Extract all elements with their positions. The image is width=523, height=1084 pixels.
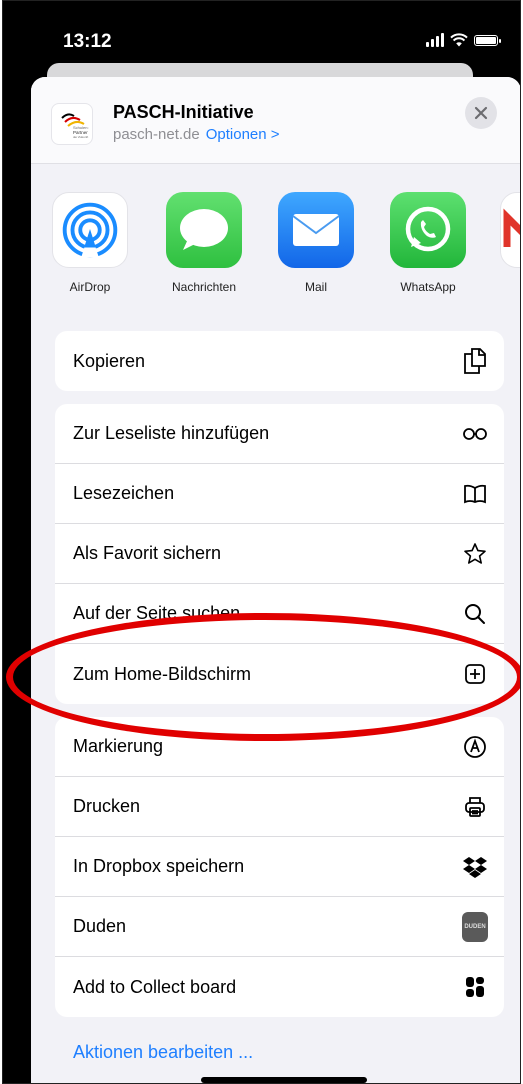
- action-duden[interactable]: Duden DUDEN: [55, 897, 504, 957]
- home-indicator[interactable]: [201, 1077, 367, 1083]
- action-markup[interactable]: Markierung: [55, 717, 504, 777]
- share-app-label: AirDrop: [69, 280, 111, 294]
- dropbox-icon: [462, 854, 488, 880]
- phone-screen: 13:12 Schulen: Partner der Zukunft PASCH…: [2, 0, 521, 1084]
- action-label: Drucken: [73, 796, 141, 816]
- options-link[interactable]: Optionen >: [206, 126, 280, 143]
- mail-icon: [278, 192, 354, 268]
- page-subtitle: pasch-net.de Optionen >: [113, 126, 280, 143]
- logo-text-3: der Zukunft: [73, 135, 88, 139]
- action-find-on-page[interactable]: Auf der Seite suchen: [55, 584, 504, 644]
- action-favorite[interactable]: Als Favorit sichern: [55, 524, 504, 584]
- share-app-label: Mail: [304, 280, 327, 294]
- close-icon: [474, 106, 488, 120]
- cellular-signal-icon: [426, 33, 444, 47]
- action-label: Kopieren: [73, 350, 146, 371]
- copy-icon: [462, 348, 488, 374]
- close-button[interactable]: [465, 97, 497, 129]
- site-logo: Schulen: Partner der Zukunft: [51, 103, 93, 145]
- action-print[interactable]: Drucken: [55, 777, 504, 837]
- duden-icon: DUDEN: [462, 911, 488, 942]
- page-title: PASCH-Initiative: [113, 102, 254, 122]
- status-icons: [426, 33, 501, 47]
- star-icon: [462, 541, 488, 567]
- action-label: Auf der Seite suchen: [73, 603, 241, 623]
- edit-actions-link[interactable]: Aktionen bearbeiten ...: [73, 1042, 253, 1063]
- search-icon: [462, 601, 488, 627]
- collect-icon: [462, 974, 488, 1000]
- action-label: Add to Collect board: [73, 976, 237, 997]
- action-collect-board[interactable]: Add to Collect board: [55, 957, 504, 1017]
- duden-icon-text: DUDEN: [462, 911, 488, 942]
- action-label: Zum Home-Bildschirm: [73, 663, 252, 684]
- whatsapp-icon: [390, 192, 466, 268]
- share-app-label: WhatsApp: [400, 280, 456, 294]
- airdrop-icon: [52, 192, 128, 268]
- markup-icon: [462, 734, 488, 760]
- add-square-icon: [462, 661, 488, 687]
- action-add-to-home-screen[interactable]: Zum Home-Bildschirm: [55, 644, 504, 704]
- action-group-extensions: Markierung Drucken In Dropbox speichern: [55, 717, 504, 1017]
- share-app-partial[interactable]: [500, 192, 520, 268]
- status-time: 13:12: [63, 31, 112, 52]
- share-app-messages[interactable]: Nachrichten: [164, 192, 244, 294]
- action-label: Duden: [73, 916, 127, 936]
- action-group-copy: Kopieren: [55, 331, 504, 391]
- action-label: Lesezeichen: [73, 483, 175, 503]
- share-apps-row: AirDrop Nachrichten Mail WhatsApp: [31, 192, 520, 302]
- page-domain: pasch-net.de: [113, 126, 200, 143]
- share-app-label: Nachrichten: [171, 280, 237, 294]
- share-sheet: Schulen: Partner der Zukunft PASCH-Initi…: [31, 77, 520, 1083]
- action-label: Markierung: [73, 736, 164, 756]
- share-header: Schulen: Partner der Zukunft PASCH-Initi…: [31, 77, 520, 164]
- status-bar: 13:12: [3, 1, 520, 71]
- printer-icon: [462, 794, 488, 820]
- wifi-icon: [450, 33, 468, 47]
- share-app-whatsapp[interactable]: WhatsApp: [388, 192, 468, 294]
- gmail-icon: [500, 192, 520, 268]
- glasses-icon: [462, 421, 488, 447]
- battery-icon: [474, 34, 501, 46]
- messages-icon: [166, 192, 242, 268]
- action-copy[interactable]: Kopieren: [55, 331, 504, 391]
- action-reading-list[interactable]: Zur Leseliste hinzufügen: [55, 404, 504, 464]
- action-label: Zur Leseliste hinzufügen: [73, 423, 270, 443]
- action-group-browser: Zur Leseliste hinzufügen Lesezeichen Als…: [55, 404, 504, 704]
- action-dropbox[interactable]: In Dropbox speichern: [55, 837, 504, 897]
- book-icon: [462, 481, 488, 507]
- action-label: Als Favorit sichern: [73, 543, 222, 563]
- share-app-airdrop[interactable]: AirDrop: [50, 192, 130, 294]
- action-label: In Dropbox speichern: [73, 856, 245, 876]
- action-bookmark[interactable]: Lesezeichen: [55, 464, 504, 524]
- share-app-mail[interactable]: Mail: [276, 192, 356, 294]
